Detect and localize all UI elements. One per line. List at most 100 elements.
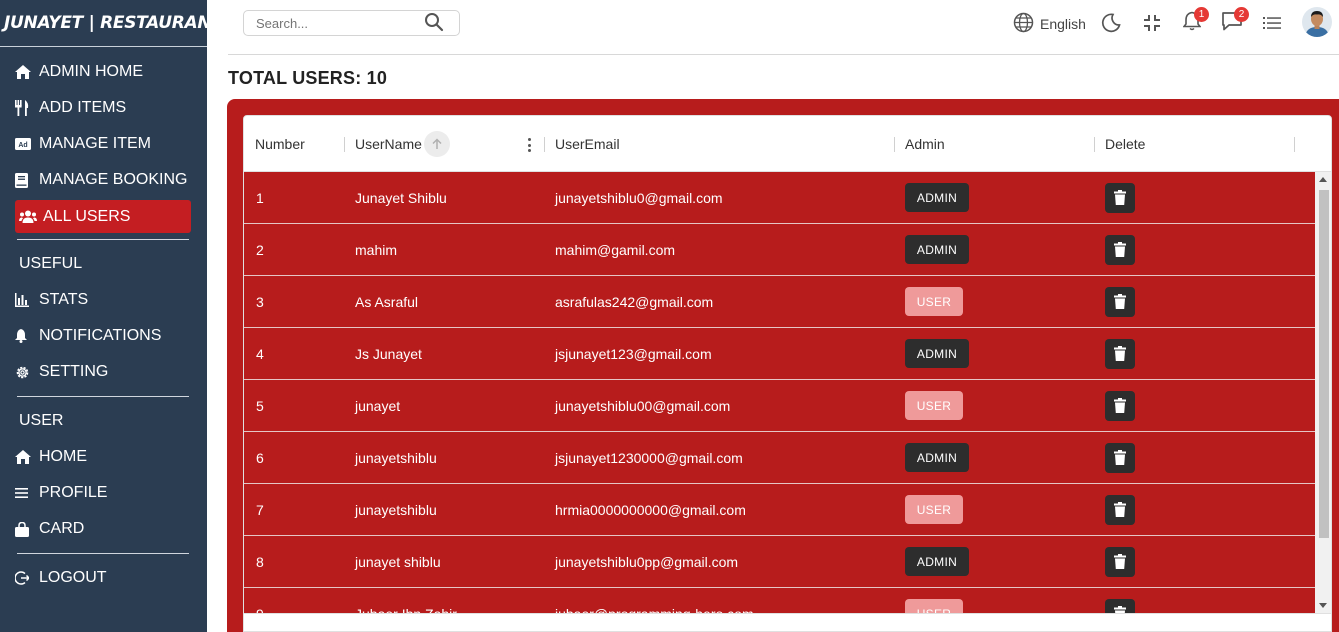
messages-button[interactable]: 2 <box>1221 7 1249 34</box>
delete-button[interactable] <box>1105 286 1135 317</box>
column-header-admin[interactable]: Admin <box>905 116 945 172</box>
trash-icon <box>1114 450 1126 465</box>
scroll-up-icon[interactable] <box>1319 177 1327 182</box>
sidebar-item-home[interactable]: HOME <box>15 439 207 475</box>
table-header: Number UserName UserEmail Admin Delete <box>244 116 1331 172</box>
role-button[interactable]: USER <box>905 391 963 420</box>
sidebar-item-card[interactable]: CARD <box>15 511 207 547</box>
home-icon <box>15 65 39 79</box>
table-row[interactable]: 9 Jubaer Ibn Zahir jubaer@programming-he… <box>244 588 1315 613</box>
gear-icon <box>15 365 39 380</box>
sidebar-item-setting[interactable]: SETTING <box>15 354 207 390</box>
sidebar-nav: ADMIN HOME ADD ITEMS Ad MANAGE ITEM MANA… <box>0 47 207 596</box>
sidebar-item-add-items[interactable]: ADD ITEMS <box>15 90 207 126</box>
sidebar-divider <box>17 553 189 554</box>
trash-icon <box>1114 294 1126 309</box>
column-header-number[interactable]: Number <box>255 116 305 172</box>
sidebar-item-all-users[interactable]: ALL USERS <box>15 200 191 233</box>
sidebar-item-label: ADMIN HOME <box>39 63 143 80</box>
sidebar-item-manage-item[interactable]: Ad MANAGE ITEM <box>15 126 207 162</box>
cell-number: 4 <box>256 345 264 362</box>
table-row[interactable]: 2 mahim mahim@gamil.com ADMIN <box>244 224 1315 276</box>
scroll-down-icon[interactable] <box>1319 603 1327 608</box>
column-separator[interactable] <box>344 137 345 152</box>
menu-icon <box>15 488 39 498</box>
dark-mode-icon[interactable] <box>1100 12 1122 34</box>
cell-number: 2 <box>256 241 264 258</box>
column-menu-icon[interactable] <box>524 136 534 154</box>
cell-email: jubaer@programming-hero.com <box>555 588 754 614</box>
role-button[interactable]: ADMIN <box>905 235 969 264</box>
table-row[interactable]: 4 Js Junayet jsjunayet123@gmail.com ADMI… <box>244 328 1315 380</box>
delete-button[interactable] <box>1105 442 1135 473</box>
cell-number: 3 <box>256 293 264 310</box>
table-row[interactable]: 1 Junayet Shiblu junayetshiblu0@gmail.co… <box>244 172 1315 224</box>
sidebar-item-notifications[interactable]: NOTIFICATIONS <box>15 318 207 354</box>
role-button[interactable]: ADMIN <box>905 183 969 212</box>
vertical-scrollbar[interactable] <box>1315 172 1331 613</box>
cell-username: As Asraful <box>355 293 419 310</box>
avatar[interactable] <box>1302 7 1332 37</box>
role-button[interactable]: ADMIN <box>905 339 969 368</box>
table-row[interactable]: 3 As Asraful asrafulas242@gmail.com USER <box>244 276 1315 328</box>
table-row[interactable]: 8 junayet shiblu junayetshiblu0pp@gmail.… <box>244 536 1315 588</box>
sidebar-item-label: ADD ITEMS <box>39 99 127 116</box>
cell-username: Js Junayet <box>355 345 422 362</box>
column-header-useremail[interactable]: UserEmail <box>555 116 620 172</box>
role-button[interactable]: USER <box>905 287 963 316</box>
cell-number: 1 <box>256 189 264 206</box>
sidebar-item-manage-booking[interactable]: MANAGE BOOKING <box>15 162 207 198</box>
sidebar-item-stats[interactable]: STATS <box>15 282 207 318</box>
scrollbar-thumb[interactable] <box>1319 190 1329 538</box>
table-row[interactable]: 6 junayetshiblu jsjunayet1230000@gmail.c… <box>244 432 1315 484</box>
delete-button[interactable] <box>1105 338 1135 369</box>
sidebar-divider <box>17 396 189 397</box>
role-button[interactable]: ADMIN <box>905 443 969 472</box>
role-button[interactable]: ADMIN <box>905 547 969 576</box>
sidebar-item-label: ALL USERS <box>43 207 131 225</box>
delete-button[interactable] <box>1105 182 1135 213</box>
fullscreen-exit-icon[interactable] <box>1141 12 1163 34</box>
sidebar-item-admin-home[interactable]: ADMIN HOME <box>15 54 207 90</box>
delete-button[interactable] <box>1105 546 1135 577</box>
table-row[interactable]: 5 junayet junayetshiblu00@gmail.com USER <box>244 380 1315 432</box>
cell-username: junayetshiblu <box>355 501 437 518</box>
cell-number: 6 <box>256 449 264 466</box>
globe-icon <box>1013 12 1034 36</box>
column-separator[interactable] <box>1294 137 1295 152</box>
cell-username: junayet shiblu <box>355 553 441 570</box>
cell-number: 7 <box>256 501 264 518</box>
column-header-delete[interactable]: Delete <box>1105 116 1145 172</box>
table-footer <box>244 613 1331 631</box>
sort-arrow-icon[interactable] <box>423 131 450 157</box>
page-title: TOTAL USERS: 10 <box>228 68 388 88</box>
delete-button[interactable] <box>1105 390 1135 421</box>
sidebar-item-label: PROFILE <box>39 484 108 501</box>
delete-button[interactable] <box>1105 598 1135 613</box>
column-separator[interactable] <box>1094 137 1095 152</box>
list-icon[interactable] <box>1261 12 1283 34</box>
table-row[interactable]: 7 junayetshiblu hrmia0000000000@gmail.co… <box>244 484 1315 536</box>
home-icon <box>15 450 39 464</box>
users-table: Number UserName UserEmail Admin Delete 1… <box>243 115 1332 632</box>
cell-username: Jubaer Ibn Zahir <box>355 588 457 614</box>
notification-badge: 1 <box>1194 7 1209 22</box>
sidebar-item-label: MANAGE ITEM <box>39 135 152 152</box>
sidebar-divider <box>17 239 189 240</box>
cell-email: jsjunayet123@gmail.com <box>555 345 712 362</box>
delete-button[interactable] <box>1105 234 1135 265</box>
column-header-username[interactable]: UserName <box>355 116 450 172</box>
column-separator[interactable] <box>544 137 545 152</box>
notifications-button[interactable]: 1 <box>1181 7 1209 34</box>
sidebar-item-label: MANAGE BOOKING <box>39 171 188 188</box>
column-separator[interactable] <box>894 137 895 152</box>
cell-username: junayet <box>355 397 401 414</box>
sidebar-item-logout[interactable]: LOGOUT <box>15 560 207 596</box>
role-button[interactable]: USER <box>905 599 963 613</box>
language-selector[interactable]: English <box>1013 12 1086 36</box>
delete-button[interactable] <box>1105 494 1135 525</box>
search-icon[interactable] <box>424 12 446 34</box>
cell-email: junayetshiblu0@gmail.com <box>555 189 723 206</box>
role-button[interactable]: USER <box>905 495 963 524</box>
sidebar-item-profile[interactable]: PROFILE <box>15 475 207 511</box>
